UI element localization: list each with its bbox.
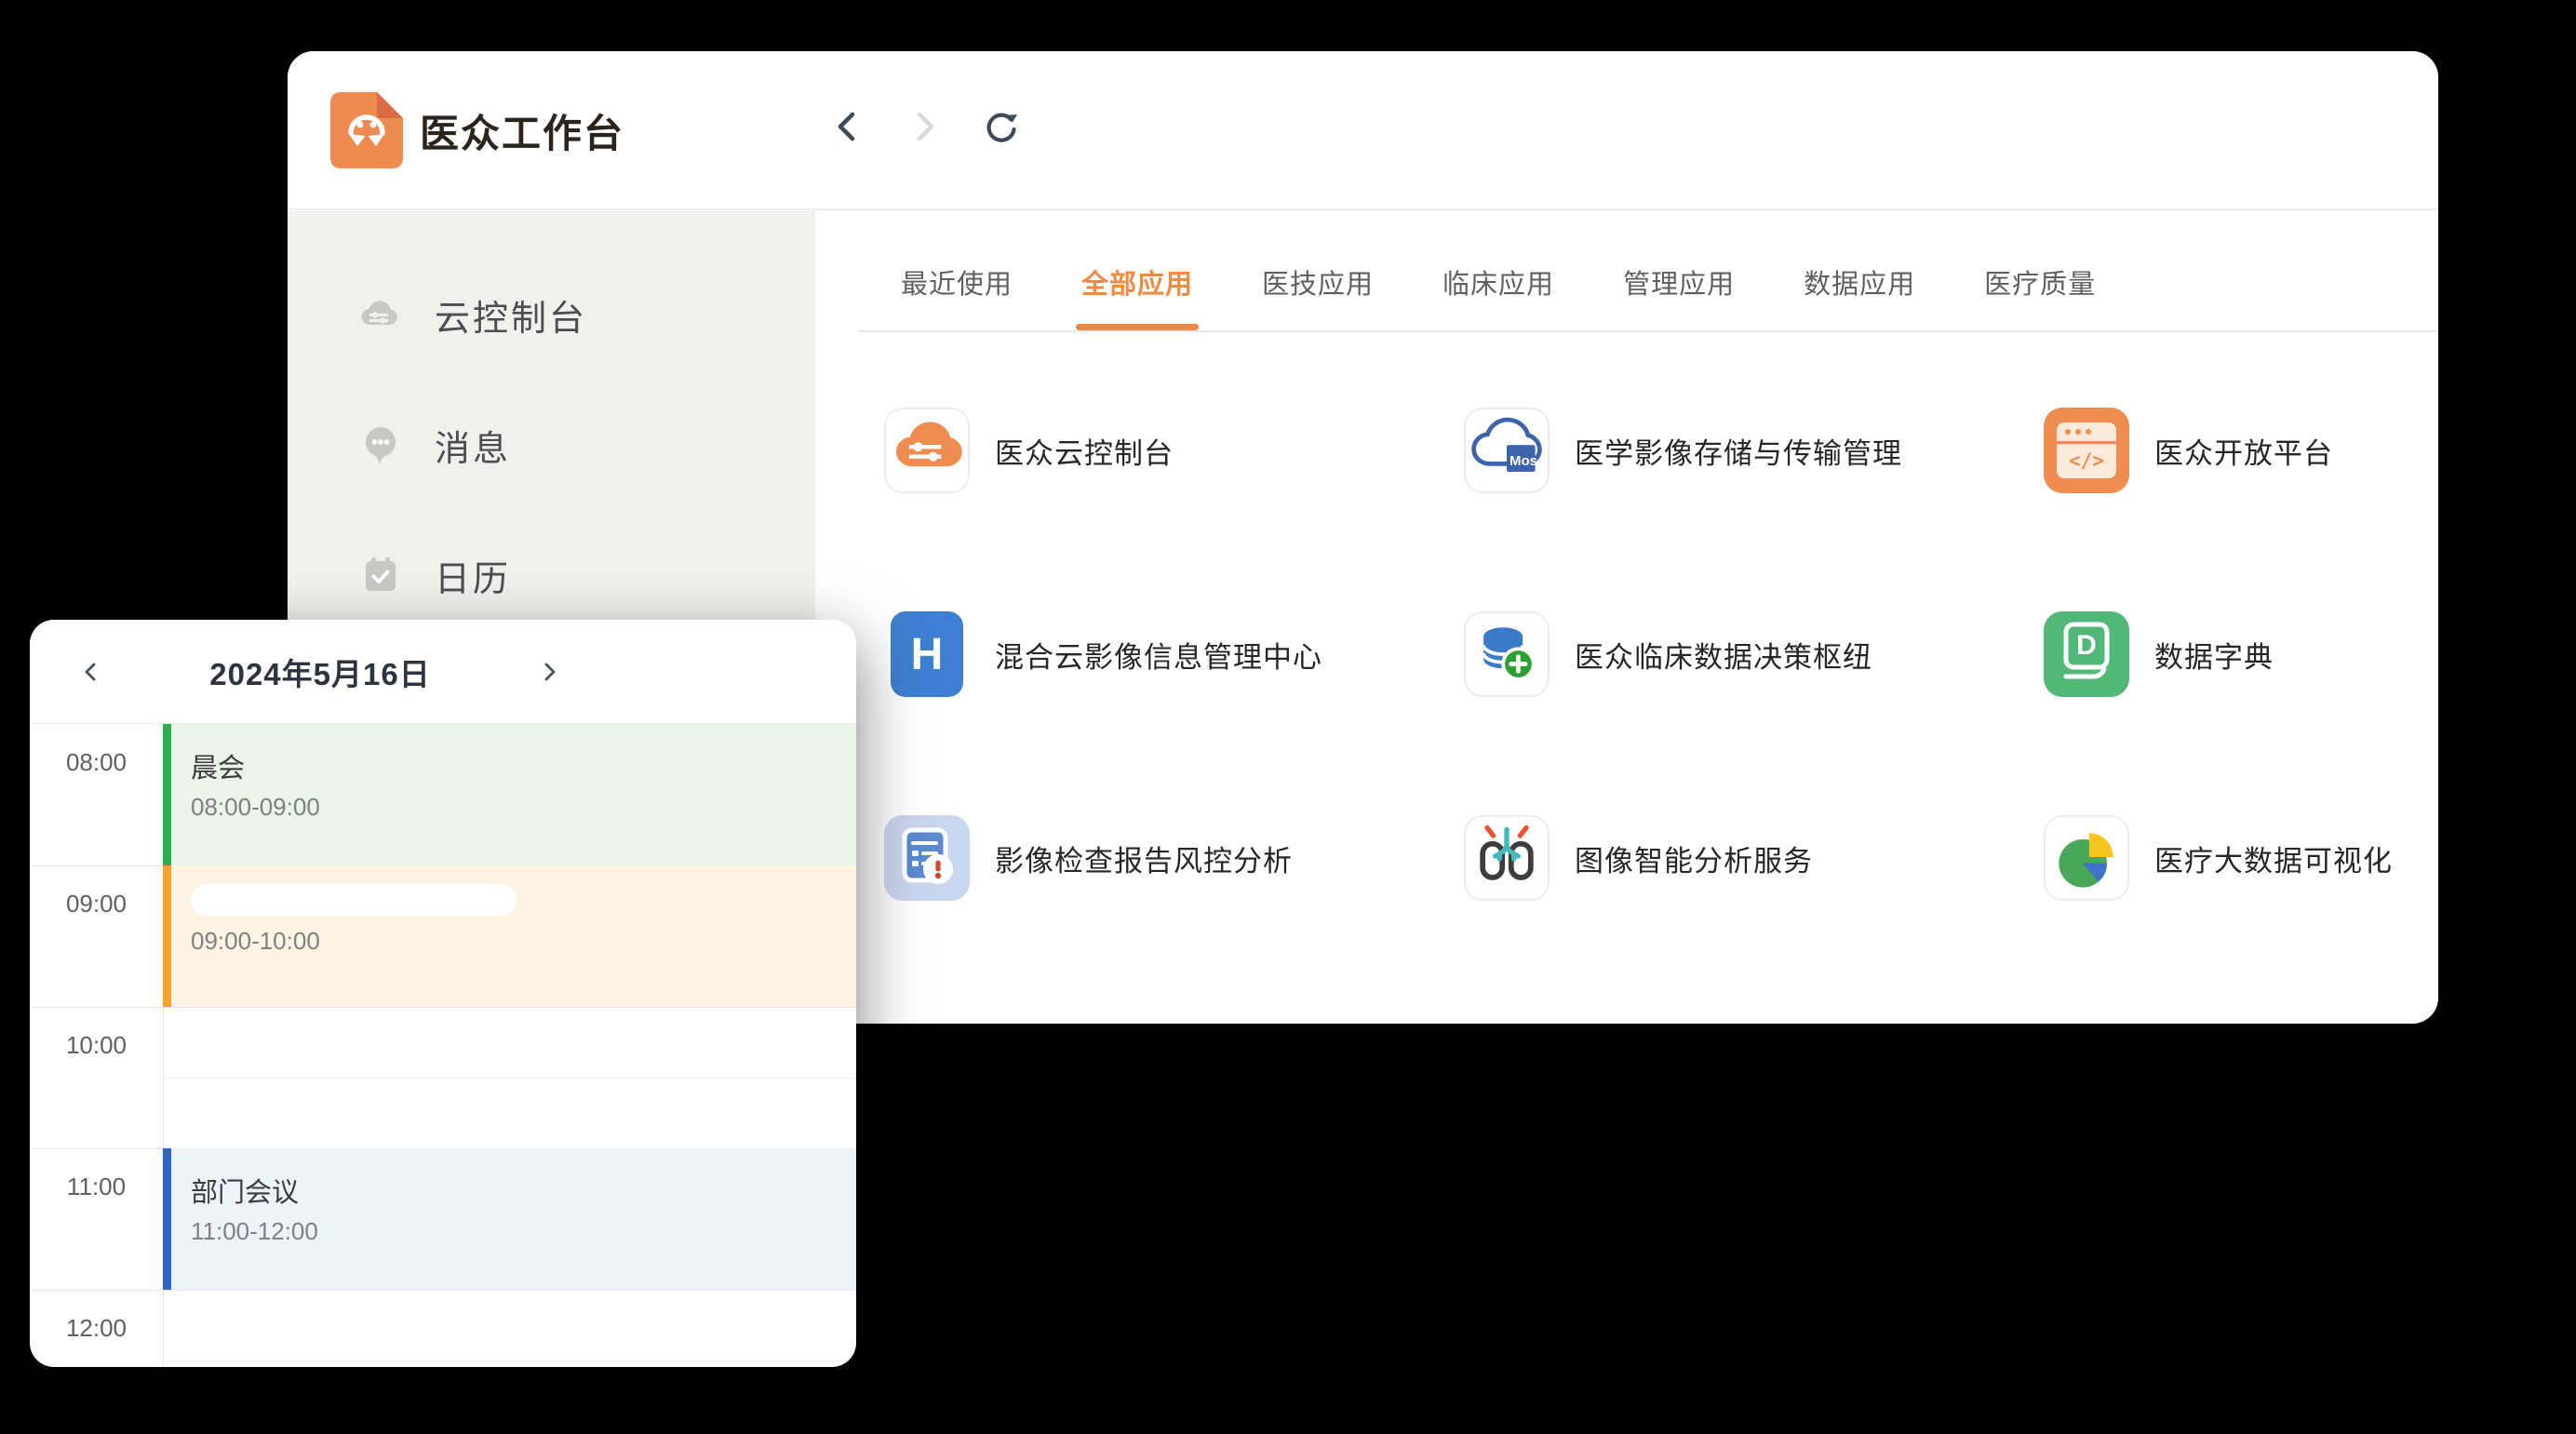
tab-recently-used[interactable]: 最近使用 (901, 262, 1013, 330)
sidebar-item-label: 云控制台 (435, 289, 587, 341)
desktop-background: 医众工作台 (0, 0, 2576, 1434)
app-cloud-console[interactable]: 医众云控制台 (884, 408, 1464, 493)
app-bigdata-visualization[interactable]: 医疗大数据可视化 (2044, 815, 2435, 901)
half-hour-line (163, 1078, 856, 1079)
calendar-event-hidden-title[interactable]: 09:00-10:00 (163, 865, 856, 1007)
sidebar-item-cloud-console[interactable]: 云控制台 (288, 287, 815, 342)
calendar-event-morning-meeting[interactable]: 晨会 08:00-09:00 (163, 724, 856, 865)
tab-divider (858, 330, 2438, 332)
app-clinical-data-hub[interactable]: 医众临床数据决策枢纽 (1464, 611, 2044, 697)
app-label: 医众开放平台 (2154, 430, 2333, 472)
refresh-button[interactable] (980, 106, 1021, 147)
content-area: 最近使用 全部应用 医技应用 临床应用 管理应用 数据应用 医疗质量 (815, 211, 2438, 1024)
app-title: 医众工作台 (420, 51, 624, 210)
hour-line (30, 1007, 856, 1008)
lungs-analysis-icon (1464, 815, 1550, 901)
d-letter: D (2066, 624, 2107, 667)
calendar-event-department-meeting[interactable]: 部门会议 11:00-12:00 (163, 1148, 856, 1290)
time-label: 12:00 (30, 1314, 163, 1343)
event-title-placeholder (191, 884, 517, 916)
event-time: 11:00-12:00 (191, 1217, 856, 1246)
back-button[interactable] (827, 106, 868, 147)
calendar-check-icon (358, 553, 403, 597)
app-data-dictionary[interactable]: D 数据字典 (2044, 611, 2435, 697)
app-logo-icon (329, 90, 405, 170)
hour-line (30, 1290, 856, 1291)
tab-bar: 最近使用 全部应用 医技应用 临床应用 管理应用 数据应用 医疗质量 (901, 262, 2096, 330)
sidebar-item-messages[interactable]: 消息 (288, 417, 815, 473)
hybrid-cloud-icon: H (884, 611, 970, 697)
window-header: 医众工作台 (288, 51, 2438, 210)
calendar-date: 2024年5月16日 (110, 650, 530, 694)
h-letter: H (884, 611, 970, 697)
time-label: 10:00 (30, 1031, 163, 1060)
app-label: 图像智能分析服务 (1575, 838, 1813, 879)
app-label: 医学影像存储与传输管理 (1575, 430, 1902, 472)
sidebar-item-calendar[interactable]: 日历 (288, 547, 815, 603)
orange-cloud-sliders-icon (884, 408, 970, 493)
app-label: 影像检查报告风控分析 (995, 838, 1293, 879)
event-title: 部门会议 (191, 1171, 856, 1210)
app-label: 数据字典 (2154, 634, 2274, 676)
calendar-header: 2024年5月16日 (30, 620, 856, 724)
tab-all-apps[interactable]: 全部应用 (1081, 262, 1193, 330)
open-platform-browser-icon: </> (2044, 408, 2129, 493)
sidebar-item-label: 消息 (435, 420, 511, 471)
mos-badge: Mos (1509, 447, 1538, 475)
time-label: 11:00 (30, 1173, 163, 1201)
calendar-body: 08:00 09:00 10:00 11:00 12:00 晨会 08:00-0… (30, 724, 856, 1367)
tab-clinical-apps[interactable]: 临床应用 (1442, 262, 1554, 330)
app-hybrid-cloud-center[interactable]: H 混合云影像信息管理中心 (884, 611, 1464, 697)
app-report-risk-analysis[interactable]: 影像检查报告风控分析 (884, 815, 1464, 901)
cloud-settings-icon (358, 292, 403, 337)
app-imaging-storage[interactable]: Mos 医学影像存储与传输管理 (1464, 408, 2044, 493)
code-glyph: </> (2057, 443, 2116, 478)
app-open-platform[interactable]: </> 医众开放平台 (2044, 408, 2435, 493)
tab-management-apps[interactable]: 管理应用 (1623, 262, 1735, 330)
tab-medtech-apps[interactable]: 医技应用 (1262, 262, 1374, 330)
calendar-next-button[interactable] (530, 653, 568, 690)
forward-button[interactable] (904, 106, 945, 147)
browser-dots (2065, 429, 2091, 435)
browser-window-shape: </> (2057, 422, 2116, 478)
app-image-ai-analysis[interactable]: 图像智能分析服务 (1464, 815, 2044, 901)
green-dictionary-book-icon: D (2044, 611, 2129, 697)
time-label: 08:00 (30, 748, 163, 777)
event-time: 09:00-10:00 (191, 927, 856, 956)
blue-cloud-storage-icon: Mos (1464, 408, 1550, 493)
database-plus-icon (1464, 611, 1550, 697)
event-title: 晨会 (191, 746, 856, 785)
time-label: 09:00 (30, 890, 163, 918)
app-label: 医众云控制台 (995, 430, 1174, 472)
tab-medical-quality[interactable]: 医疗质量 (1984, 262, 2096, 330)
pie-chart-icon (2044, 815, 2129, 901)
app-grid: 医众云控制台 Mos 医学影像存储与传输管理 (884, 408, 2435, 1019)
app-label: 医疗大数据可视化 (2154, 838, 2393, 879)
app-label: 混合云影像信息管理中心 (995, 634, 1322, 676)
half-hour-line (163, 1360, 856, 1361)
event-time: 08:00-09:00 (191, 793, 856, 822)
report-alert-icon (884, 815, 970, 901)
sidebar-item-label: 日历 (435, 550, 511, 601)
message-bubble-icon (358, 422, 403, 467)
window-nav (827, 106, 1021, 147)
app-label: 医众临床数据决策枢纽 (1575, 634, 1872, 676)
tab-data-apps[interactable]: 数据应用 (1804, 262, 1915, 330)
calendar-panel: 2024年5月16日 08:00 09:00 10:00 11:00 12:00 (30, 620, 856, 1367)
calendar-prev-button[interactable] (73, 653, 110, 690)
